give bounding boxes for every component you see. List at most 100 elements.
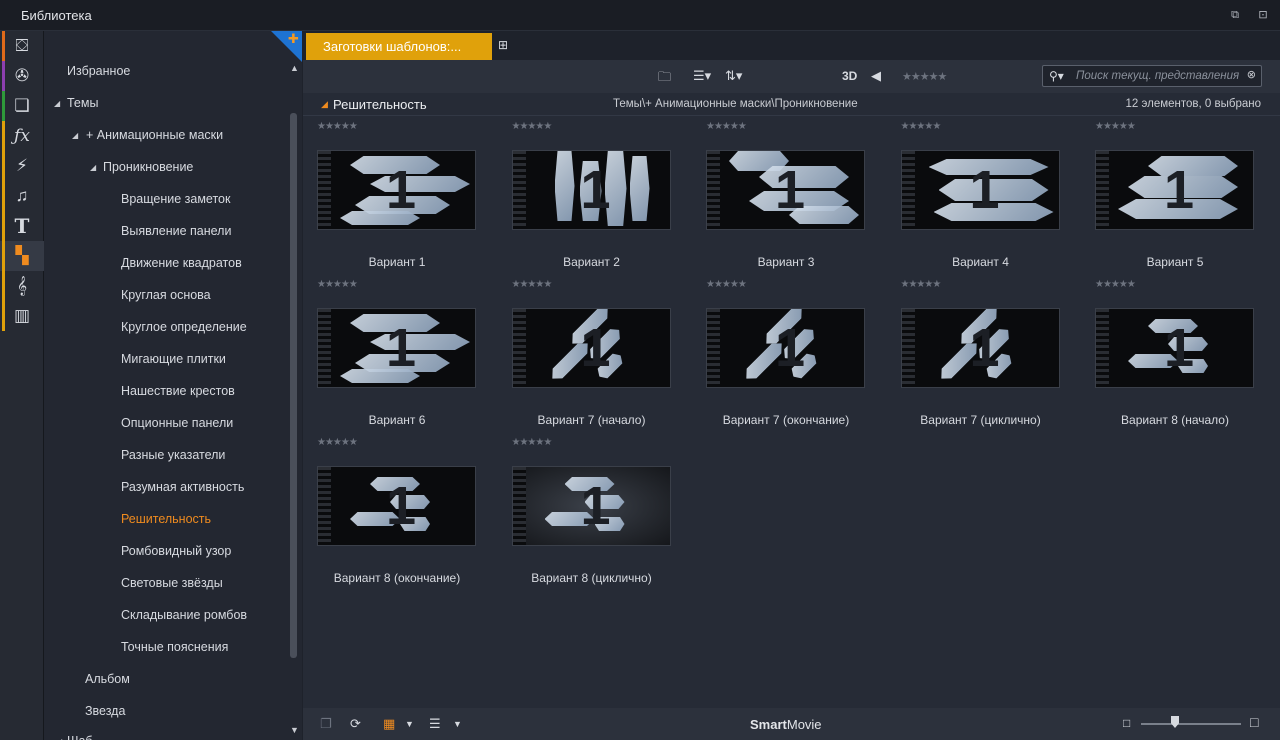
category-projects[interactable]: ⛋ [0,31,44,61]
template-thumbnail[interactable]: 1 [900,308,1060,388]
template-item[interactable]: ★★★★★ 1 Вариант 8 (окончание) [303,433,483,591]
sync-icon[interactable]: ⟳ [350,716,361,732]
collapse-icon[interactable]: ◢ [321,99,328,110]
category-treble-clef[interactable]: 𝄞 [0,271,44,301]
template-item[interactable]: ★★★★★ 1 Вариант 8 (начало) [1081,275,1261,433]
tree-item[interactable]: Опционные панели [121,416,233,430]
template-thumbnail[interactable]: 1 [317,466,476,546]
expand-icon[interactable]: ◢ [54,99,60,108]
zoom-small-icon[interactable]: □ [1123,716,1130,730]
tree-item[interactable]: Альбом [85,672,130,686]
scroll-up-icon[interactable]: ▲ [290,63,299,73]
template-item[interactable]: ★★★★★ 1 Вариант 1 [303,117,483,275]
3d-filter-button[interactable]: 3D [842,69,857,83]
tag-icon[interactable]: ◀ [871,68,881,84]
template-thumbnail[interactable]: 1 [317,308,476,388]
template-thumbnail[interactable]: 1 [706,308,865,388]
details-view-icon[interactable]: ☰ [429,716,441,732]
item-rating[interactable]: ★★★★★ [512,437,553,448]
template-thumbnail[interactable]: 1 [1095,308,1254,388]
search-icon[interactable]: ⚲▾ [1049,69,1064,83]
tree-item[interactable]: Разные указатели [121,448,225,462]
template-thumbnail[interactable]: 1 [511,150,671,230]
tree-item[interactable]: Мигающие плитки [121,352,226,366]
template-item[interactable]: ★★★★★ 1 Вариант 7 (начало) [498,275,678,433]
search-box[interactable]: ⚲▾ Поиск текущ. представления ⊗ [1042,65,1262,87]
category-music-note[interactable]: ♫ [0,181,44,211]
template-thumbnail[interactable]: 1 [1095,150,1254,230]
category-effects[interactable]: ƒx [0,121,44,151]
rating-filter[interactable]: ★★★★★ [902,70,947,83]
category-title[interactable]: T [0,211,44,241]
template-item[interactable]: ★★★★★ 1 Вариант 3 [692,117,872,275]
zoom-slider-knob[interactable] [1171,716,1179,728]
zoom-large-icon[interactable]: □ [1250,714,1258,730]
template-item[interactable]: ★★★★★ 1 Вариант 7 (окончание) [692,275,872,433]
template-item[interactable]: ★★★★★ 1 Вариант 7 (циклично) [887,275,1067,433]
category-montage[interactable]: ▚ [0,241,44,271]
view-list-icon[interactable]: ☰▾ [693,68,711,84]
expand-icon[interactable]: ◢ [72,131,78,140]
template-item[interactable]: ★★★★★ 1 Вариант 8 (циклично) [498,433,678,591]
add-tab-icon[interactable]: ⊞ [498,38,508,52]
template-thumbnail[interactable]: 1 [511,466,671,546]
template-thumbnail[interactable]: 1 [511,308,671,388]
item-rating[interactable]: ★★★★★ [317,437,358,448]
item-rating[interactable]: ★★★★★ [512,279,553,290]
tree-item[interactable]: Избранное [67,64,130,78]
tree-item[interactable]: Выявление панели [121,224,231,238]
category-piano[interactable]: ▥ [0,301,44,331]
smartmovie-button[interactable]: SmartMovie [750,717,822,732]
item-rating[interactable]: ★★★★★ [512,121,553,132]
sort-icon[interactable]: ⇅▾ [725,68,742,84]
item-rating[interactable]: ★★★★★ [1095,279,1136,290]
template-thumbnail[interactable]: 1 [317,150,476,230]
clear-search-icon[interactable]: ⊗ [1247,68,1256,81]
template-item[interactable]: ★★★★★ 1 Вариант 2 [498,117,678,275]
template-thumbnail[interactable]: 1 [900,150,1060,230]
details-view-dropdown-icon[interactable]: ▼ [453,719,462,729]
tree-item[interactable]: Круглая основа [121,288,211,302]
tree-item[interactable]: Точные пояснения [121,640,228,654]
tree-item[interactable]: Круглое определение [121,320,247,334]
tree-scrollbar[interactable] [290,113,297,658]
grid-view-icon[interactable]: ▦ [383,716,395,732]
tree-item[interactable]: Проникновение [103,160,193,174]
item-rating[interactable]: ★★★★★ [901,279,942,290]
tree-item[interactable]: Решительность [121,512,211,526]
scroll-down-icon[interactable]: ▼ [290,725,299,735]
template-item[interactable]: ★★★★★ 1 Вариант 5 [1081,117,1261,275]
tree-item[interactable]: Шаб... [67,734,103,740]
tree-item[interactable]: Вращение заметок [121,192,230,206]
tree-item[interactable]: Световые звёзды [121,576,223,590]
restore-window-icon[interactable]: ⧉ [1228,8,1242,22]
tree-item[interactable]: Складывание ромбов [121,608,247,622]
template-item[interactable]: ★★★★★ 1 Вариант 4 [887,117,1067,275]
tree-item[interactable]: Движение квадратов [121,256,242,270]
item-rating[interactable]: ★★★★★ [1095,121,1136,132]
tree-item[interactable]: + Анимационные маски [86,128,223,142]
undock-window-icon[interactable]: ⊡ [1256,8,1270,22]
add-collection-icon[interactable]: ✚ [288,31,299,47]
template-thumbnail[interactable]: 1 [706,150,865,230]
copy-icon[interactable]: ❐ [320,716,332,732]
category-film-reel[interactable]: ✇ [0,61,44,91]
category-lightning[interactable]: ⚡ [0,151,44,181]
folder-icon[interactable]: 🗀 [658,68,671,90]
tree-item[interactable]: Ромбовидный узор [121,544,231,558]
category-media-stack[interactable]: ❏ [0,91,44,121]
grid-view-dropdown-icon[interactable]: ▼ [405,719,414,729]
expand-icon[interactable]: ◢ [90,163,96,172]
tree-item[interactable]: Нашествие крестов [121,384,235,398]
item-rating[interactable]: ★★★★★ [706,121,747,132]
item-rating[interactable]: ★★★★★ [706,279,747,290]
tab-templates[interactable]: Заготовки шаблонов:... [306,33,492,60]
item-rating[interactable]: ★★★★★ [317,121,358,132]
item-rating[interactable]: ★★★★★ [901,121,942,132]
item-rating[interactable]: ★★★★★ [317,279,358,290]
zoom-slider[interactable] [1141,723,1241,725]
tree-item[interactable]: Разумная активность [121,480,244,494]
tree-item[interactable]: Звезда [85,704,125,718]
tree-item[interactable]: Темы [67,96,98,110]
template-item[interactable]: ★★★★★ 1 Вариант 6 [303,275,483,433]
